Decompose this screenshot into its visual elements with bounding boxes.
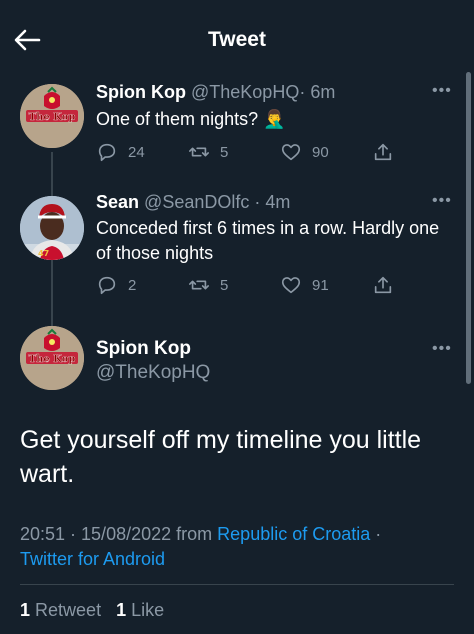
reply-count: 2 [128,276,137,294]
liverpool-crest-logo: The Kop [20,326,84,390]
share-button[interactable] [372,139,394,165]
share-icon [374,276,392,294]
author-name[interactable]: Sean [96,192,139,212]
retweet-label: Retweet [35,600,102,620]
location-link[interactable]: Republic of Croatia [217,524,370,544]
tweet-actions: 2 5 91 [96,272,396,298]
reply-icon [98,276,116,295]
meta-separator: · [375,524,382,544]
avatar-text: The Kop [29,112,76,123]
retweet-button[interactable]: 5 [188,139,228,165]
tweet-author[interactable]: Sean @SeanDOlfc · 4m [96,192,290,213]
more-icon[interactable]: ••• [432,340,452,358]
avatar[interactable]: 47 [20,196,84,260]
like-total: 1 [116,600,127,620]
reply-button[interactable]: 2 [96,272,136,298]
author-handle[interactable]: @TheKopHQ [191,82,299,102]
engagement-stats: 1 Retweet 1 Like [20,600,164,621]
source-link[interactable]: Twitter for Android [20,549,165,569]
from-label: from [176,524,213,544]
reply-icon [98,143,116,162]
likes-stat[interactable]: 1 Like [116,600,164,620]
divider [20,584,454,585]
author-name[interactable]: Spion Kop [96,82,186,102]
avatar[interactable]: The Kop [20,326,84,390]
share-icon [374,143,392,161]
avatar[interactable]: The Kop [20,84,84,148]
like-icon [281,144,301,161]
top-bar: Tweet [0,0,474,80]
retweet-total: 1 [20,600,31,620]
share-button[interactable] [372,272,394,298]
tweet-meta: 20:51 · 15/08/2022 from Republic of Croa… [20,522,460,572]
retweet-icon [189,147,209,157]
author-handle[interactable]: @TheKopHQ [96,362,210,384]
thread-line [51,260,53,326]
retweet-icon [189,280,209,290]
svg-text:47: 47 [38,249,49,258]
tweet-actions: 24 5 90 [96,139,396,165]
like-button[interactable]: 91 [280,272,329,298]
like-label: Like [131,600,165,620]
like-count: 90 [312,143,329,161]
more-icon[interactable]: ••• [432,82,452,100]
tweet-text: One of them nights? 🤦‍♂️ [96,109,286,129]
retweet-count: 5 [220,143,229,161]
tweet-time: · 6m [299,82,336,102]
like-count: 91 [312,276,329,294]
liverpool-crest-logo: The Kop [20,84,84,148]
tweet-time: · 4m [254,192,291,212]
reply-count: 24 [128,143,145,161]
avatar-text: The Kop [29,354,76,365]
tweet-author[interactable]: Spion Kop @TheKopHQ· 6m [96,82,335,103]
tweet-text: Conceded first 6 times in a row. Hardly … [96,218,440,263]
more-icon[interactable]: ••• [432,192,452,210]
retweet-button[interactable]: 5 [188,272,228,298]
retweets-stat[interactable]: 1 Retweet [20,600,101,620]
tweet-text: Get yourself off my timeline you little … [20,426,422,488]
page-title: Tweet [208,28,266,51]
thread-line [51,152,53,196]
retweet-count: 5 [220,276,229,294]
author-handle[interactable]: @SeanDOlfc [144,192,249,212]
reply-button[interactable]: 24 [96,139,145,165]
like-icon [281,277,301,294]
player-photo: 47 [20,196,84,260]
tweet-timestamp: 20:51 · 15/08/2022 [20,524,172,544]
author-name[interactable]: Spion Kop [96,338,191,360]
like-button[interactable]: 90 [280,139,329,165]
scrollbar[interactable] [466,72,471,384]
